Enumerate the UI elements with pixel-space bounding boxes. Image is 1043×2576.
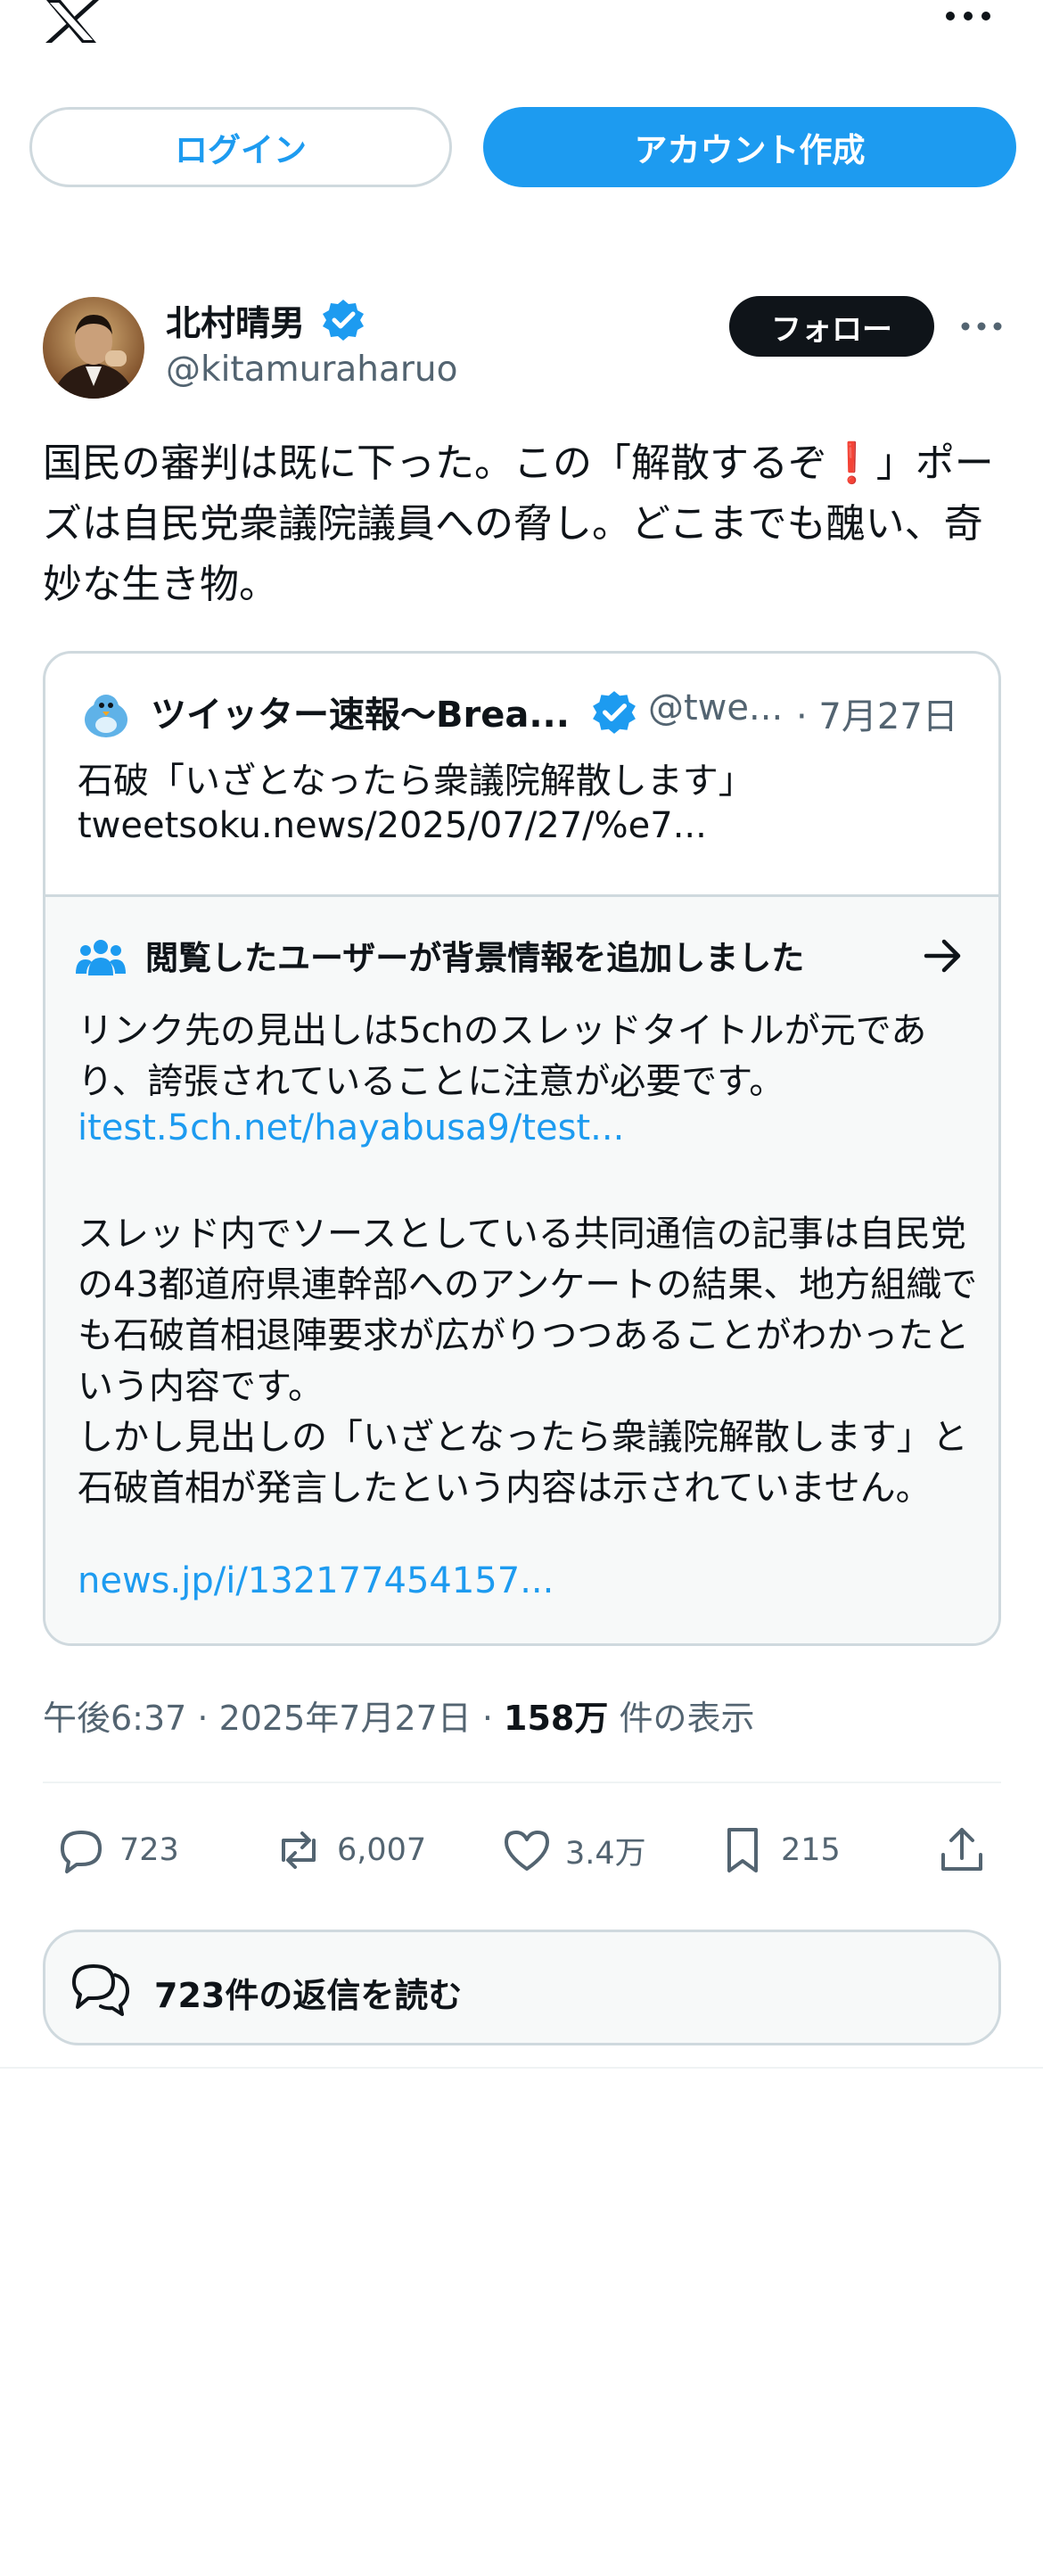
bottom-divider — [0, 2067, 1043, 2069]
reply-count: 723 — [119, 1832, 179, 1868]
heart-icon — [505, 1831, 549, 1871]
action-bar: 723 6,007 3.4万 215 — [0, 1819, 1043, 1881]
community-note-title: 閲覧したユーザーが背景情報を追加しました — [145, 939, 805, 977]
author-handle[interactable]: @kitamuraharuo — [166, 350, 457, 390]
repost-icon — [282, 1831, 316, 1869]
bookmark-action[interactable]: 215 — [717, 1819, 841, 1881]
author-avatar[interactable] — [43, 297, 144, 399]
share-icon — [941, 1828, 982, 1871]
views-count: 158万 — [504, 1699, 609, 1738]
reply-icon — [61, 1831, 102, 1873]
bookmark-count: 215 — [781, 1832, 841, 1868]
divider — [43, 1782, 1001, 1783]
community-note-link-1[interactable]: itest.5ch.net/hayabusa9/test... — [78, 1107, 624, 1148]
post-more-icon[interactable] — [959, 314, 1004, 339]
share-action[interactable] — [936, 1819, 988, 1881]
read-replies-label: 723件の返信を読む — [154, 1976, 463, 2015]
repost-count: 6,007 — [337, 1832, 427, 1868]
top-bar — [0, 0, 1043, 53]
exclamation-emoji: ❗ — [827, 440, 876, 486]
reply-action[interactable]: 723 — [55, 1819, 179, 1881]
chat-bubbles-icon — [72, 1964, 129, 2016]
quoted-text: 石破「いざとなったら衆議院解散します」 — [78, 761, 754, 802]
login-button[interactable]: ログイン — [29, 107, 452, 187]
more-horizontal-icon[interactable] — [943, 2, 993, 27]
community-note-paragraph-1: リンク先の見出しは5chのスレッドタイトルが元であり、誇張されていることに注意が… — [78, 1010, 927, 1102]
follow-button[interactable]: フォロー — [729, 296, 934, 357]
verified-badge-icon — [323, 300, 364, 341]
community-note-link-2[interactable]: news.jp/i/132177454157... — [78, 1560, 554, 1601]
post-text-part1: 国民の審判は既に下った。この「解散するぞ — [43, 440, 827, 486]
x-logo-icon[interactable] — [41, 0, 102, 43]
community-note-paragraph-2a: スレッド内でソースとしている共同通信の記事は自民党の43都道府県連幹部へのアンケ… — [78, 1214, 978, 1407]
quoted-link[interactable]: tweetsoku.news/2025/07/27/%e7... — [78, 805, 707, 846]
post-text: 国民の審判は既に下った。この「解散するぞ❗」ポーズは自民党衆議院議員への脅し。ど… — [43, 433, 1006, 615]
bookmark-icon — [727, 1828, 758, 1872]
author-name[interactable]: 北村晴男 — [166, 296, 305, 346]
views-label: 件の表示 — [608, 1699, 755, 1738]
repost-action[interactable]: 6,007 — [273, 1819, 426, 1881]
post-timestamp[interactable]: 午後6:37 · 2025年7月27日 · — [43, 1699, 504, 1738]
quoted-author-name: ツイッター速報〜Brea... — [151, 695, 570, 736]
community-note-paragraph-2b: しかし見出しの「いざとなったら衆議院解散します」と石破首相が発言したという内容は… — [78, 1417, 968, 1509]
like-count: 3.4万 — [565, 1835, 646, 1872]
auth-buttons: ログイン アカウント作成 — [0, 107, 1043, 192]
read-replies-button[interactable]: 723件の返信を読む — [43, 1930, 1001, 2045]
community-note-paragraph-2: スレッド内でソースとしている共同通信の記事は自民党の43都道府県連幹部へのアンケ… — [78, 1209, 978, 1514]
people-icon — [76, 940, 126, 975]
quoted-verified-badge-icon — [593, 691, 636, 734]
quoted-date: · 7月27日 — [796, 696, 958, 737]
quoted-post[interactable]: ツイッター速報〜Brea... @twe... · 7月27日 石破「いざとなっ… — [45, 654, 998, 894]
quoted-author-handle: @twe... — [648, 687, 784, 728]
post-meta: 午後6:37 · 2025年7月27日 · 158万 件の表示 — [43, 1691, 754, 1740]
arrow-right-icon[interactable] — [923, 938, 964, 974]
quoted-post-card[interactable]: ツイッター速報〜Brea... @twe... · 7月27日 石破「いざとなっ… — [43, 651, 1001, 1646]
signup-button[interactable]: アカウント作成 — [483, 107, 1016, 187]
community-note[interactable]: 閲覧したユーザーが背景情報を追加しました リンク先の見出しは5chのスレッドタイ… — [45, 894, 998, 1643]
quoted-avatar — [78, 687, 135, 745]
like-action[interactable]: 3.4万 — [501, 1819, 646, 1881]
